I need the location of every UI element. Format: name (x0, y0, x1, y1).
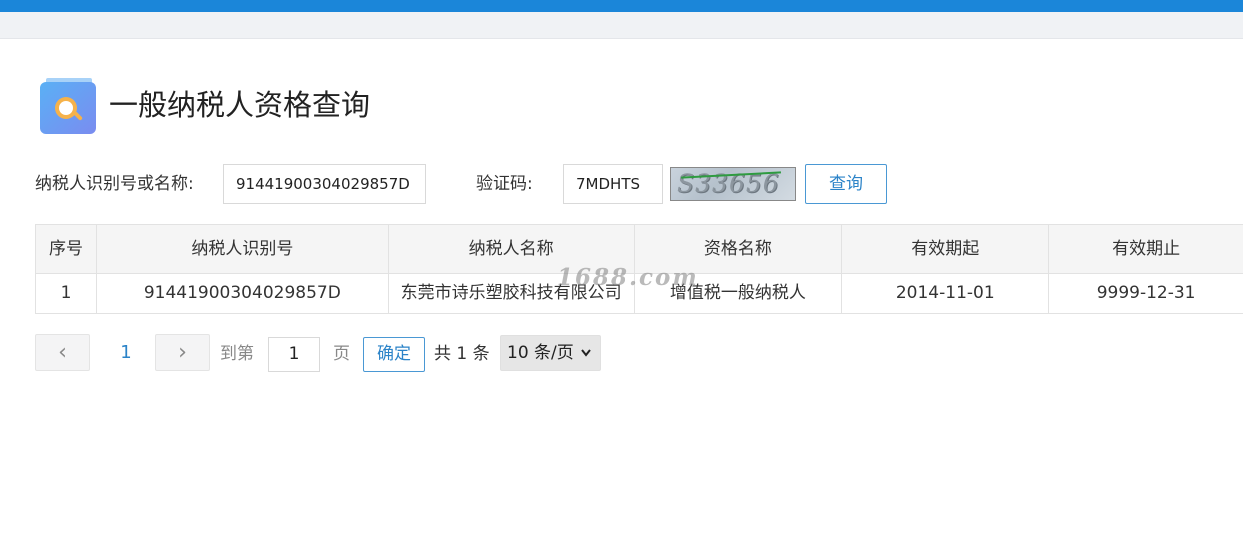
navigation-bar (0, 12, 1243, 39)
column-header-valid-from: 有效期起 (842, 225, 1050, 274)
goto-label: 到第 (220, 344, 254, 364)
prev-page-button[interactable]: ‹ (35, 334, 90, 371)
page-number-current[interactable]: 1 (110, 334, 142, 371)
top-banner (0, 0, 1243, 12)
column-header-valid-to: 有效期止 (1049, 225, 1243, 274)
page-title: 一般纳税人资格查询 (109, 88, 371, 122)
column-header-taxpayer-id: 纳税人识别号 (96, 225, 389, 274)
next-page-button[interactable]: › (155, 334, 210, 371)
captcha-label: 验证码: (476, 174, 533, 194)
confirm-page-button[interactable]: 确定 (363, 337, 425, 372)
watermark: 1688.com (557, 264, 699, 291)
page-size-select[interactable]: 10 条/页 (500, 335, 601, 371)
captcha-image[interactable]: S33656 (670, 167, 796, 201)
page-unit-label: 页 (333, 344, 350, 364)
column-header-index: 序号 (36, 225, 97, 274)
taxpayer-input[interactable]: 91441900304029857D (223, 164, 426, 204)
search-document-icon (40, 78, 96, 134)
captcha-input[interactable]: 7MDHTS (563, 164, 663, 204)
cell-index: 1 (36, 274, 97, 314)
taxpayer-label: 纳税人识别号或名称: (35, 174, 194, 194)
cell-taxpayer-id: 91441900304029857D (96, 274, 389, 314)
goto-page-input[interactable]: 1 (268, 337, 320, 372)
total-count: 共 1 条 (434, 344, 490, 364)
chevron-left-icon: ‹ (58, 340, 67, 365)
cell-valid-from: 2014-11-01 (842, 274, 1050, 314)
chevron-down-icon (580, 336, 592, 384)
query-button[interactable]: 查询 (805, 164, 887, 204)
chevron-right-icon: › (178, 340, 187, 365)
page-size-value: 10 条/页 (507, 343, 574, 363)
cell-valid-to: 9999-12-31 (1049, 274, 1243, 314)
